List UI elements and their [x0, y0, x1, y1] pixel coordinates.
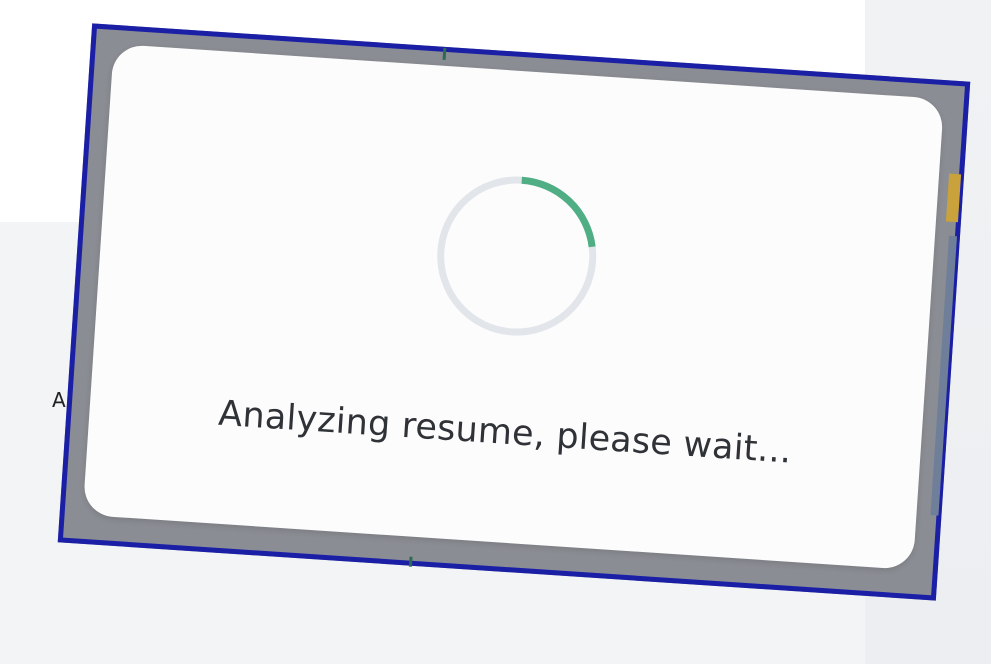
spinner-track	[437, 176, 597, 336]
loading-message: Analyzing resume, please wait...	[217, 393, 793, 472]
background-divider-bottom	[408, 556, 413, 567]
screenshot-frame: Analyzing resume, please wait...	[57, 23, 971, 601]
background-partial-text: A	[52, 388, 66, 412]
loading-modal: Analyzing resume, please wait...	[82, 43, 945, 570]
background-divider-top	[442, 47, 447, 60]
loading-spinner-icon	[437, 176, 597, 336]
spinner-arc	[437, 176, 597, 336]
background-accent	[945, 173, 962, 223]
screen: A Analyzing resume, please wait...	[0, 0, 991, 664]
